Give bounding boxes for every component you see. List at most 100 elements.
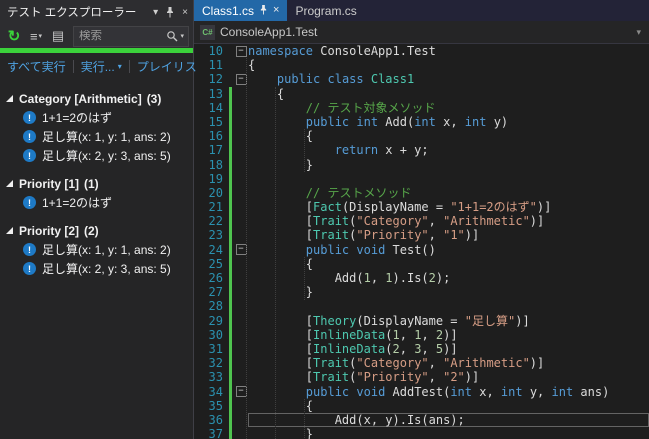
code-line[interactable]: 25 { (194, 256, 649, 272)
collapse-icon[interactable]: − (235, 244, 247, 256)
code-text[interactable]: [Trait("Category", "Arithmetic")] (248, 214, 649, 228)
code-line[interactable]: 14 // テスト対象メソッド (194, 100, 649, 116)
window-menu-icon[interactable]: ▾ (153, 7, 158, 18)
code-text[interactable]: // テスト対象メソッド (248, 101, 649, 115)
run-all-link[interactable]: すべて実行 (7, 58, 66, 75)
code-text[interactable]: { (248, 58, 649, 72)
search-dropdown-icon[interactable]: ▾ (180, 32, 184, 40)
expander-icon (6, 95, 13, 102)
code-text[interactable]: [Fact(DisplayName = "1+1=2のはず")] (248, 200, 649, 214)
test-group-header[interactable]: Category [Arithmetic] (3) (0, 89, 193, 108)
code-text[interactable]: [Trait("Category", "Arithmetic")] (248, 356, 649, 370)
search-input[interactable] (74, 30, 167, 42)
code-line[interactable]: 36 Add(x, y).Is(ans); (194, 412, 649, 428)
collapse-icon[interactable]: − (235, 73, 247, 85)
code-text[interactable]: [Theory(DisplayName = "足し算")] (248, 314, 649, 328)
code-text[interactable] (248, 299, 649, 313)
code-line[interactable]: 13 { (194, 86, 649, 101)
code-text[interactable]: [InlineData(2, 3, 5)] (248, 342, 649, 356)
code-line[interactable]: 23 [Trait("Priority", "1")] (194, 228, 649, 243)
code-text[interactable]: // テストメソッド (248, 186, 649, 200)
code-text[interactable]: return x + y; (248, 143, 649, 157)
code-text[interactable]: { (248, 87, 649, 101)
test-item-label: 足し算(x: 2, y: 3, ans: 5) (42, 149, 171, 163)
code-line[interactable]: 12− public class Class1 (194, 72, 649, 86)
code-text[interactable]: public void AddTest(int x, int y, int an… (248, 385, 649, 399)
code-editor[interactable]: 10− namespace ConsoleApp1.Test 11{12− publ… (194, 44, 649, 439)
tab-class1[interactable]: Class1.cs × (194, 0, 288, 21)
code-line[interactable]: 15 public int Add(int x, int y) (194, 114, 649, 130)
change-indicator (228, 185, 234, 201)
line-number: 24 (208, 242, 223, 257)
code-line[interactable]: 29 [Theory(DisplayName = "足し算")] (194, 313, 649, 328)
code-line[interactable]: 18 } (194, 157, 649, 172)
test-item[interactable]: ! 足し算(x: 1, y: 1, ans: 2) (0, 240, 193, 259)
test-item[interactable]: ! 1+1=2のはず (0, 193, 193, 212)
change-indicator (228, 341, 234, 357)
tab-program[interactable]: Program.cs (287, 0, 364, 21)
change-indicator (228, 356, 234, 371)
code-text[interactable]: namespace ConsoleApp1.Test (248, 44, 649, 58)
code-text[interactable]: Add(x, y).Is(ans); (248, 413, 649, 427)
close-icon[interactable]: × (182, 7, 188, 18)
test-group-header[interactable]: Priority [1] (1) (0, 174, 193, 193)
pin-icon[interactable] (165, 6, 175, 18)
code-line[interactable]: 24− public void Test() (194, 242, 649, 258)
tab-close-icon[interactable]: × (273, 5, 279, 16)
code-text[interactable]: public void Test() (248, 243, 649, 257)
code-text[interactable]: } (248, 427, 649, 439)
run-dropdown-icon[interactable]: ▾ (118, 62, 122, 71)
test-explorer-titlebar[interactable]: テスト エクスプローラー ▾ × (0, 0, 193, 24)
code-text[interactable]: { (248, 129, 649, 143)
code-text[interactable] (248, 172, 649, 186)
code-line[interactable]: 35 { (194, 398, 649, 414)
test-item[interactable]: ! 足し算(x: 2, y: 3, ans: 5) (0, 259, 193, 278)
test-item[interactable]: ! 足し算(x: 2, y: 3, ans: 5) (0, 146, 193, 165)
code-line[interactable]: 21 [Fact(DisplayName = "1+1=2のはず")] (194, 200, 649, 215)
code-text[interactable]: [Trait("Priority", "1")] (248, 228, 649, 242)
tab-label: Program.cs (295, 3, 357, 18)
collapse-icon[interactable]: − (235, 386, 247, 398)
code-text[interactable]: } (248, 285, 649, 299)
line-number: 18 (208, 157, 223, 172)
test-item[interactable]: ! 足し算(x: 1, y: 1, ans: 2) (0, 127, 193, 146)
run-link[interactable]: 実行... (81, 58, 115, 75)
code-line[interactable]: 33 [Trait("Priority", "2")] (194, 370, 649, 385)
playlist-link[interactable]: プレイリス (137, 58, 197, 75)
code-line[interactable]: 16 { (194, 129, 649, 144)
code-line[interactable]: 34− public void AddTest(int x, int y, in… (194, 384, 649, 399)
run-tests-icon[interactable]: ↻ (4, 26, 24, 46)
filter-icon[interactable]: ▤ (48, 26, 68, 46)
code-line[interactable]: 20 // テストメソッド (194, 185, 649, 201)
code-line[interactable]: 30 [InlineData(1, 1, 2)] (194, 327, 649, 343)
code-line[interactable]: 10− namespace ConsoleApp1.Test (194, 44, 649, 58)
test-group-header[interactable]: Priority [2] (2) (0, 221, 193, 240)
code-line[interactable]: 17 return x + y; (194, 143, 649, 158)
code-line[interactable]: 28 (194, 299, 649, 314)
line-number: 37 (208, 427, 223, 439)
test-item[interactable]: ! 1+1=2のはず (0, 108, 193, 127)
change-indicator (228, 100, 234, 116)
code-line[interactable]: 26 Add(1, 1).Is(2); (194, 271, 649, 286)
code-line[interactable]: 27 } (194, 285, 649, 300)
navigation-bar[interactable]: C# ConsoleApp1.Test ▾ (194, 21, 649, 44)
tab-pin-icon[interactable] (259, 4, 268, 18)
code-text[interactable]: { (248, 399, 649, 413)
code-text[interactable]: { (248, 257, 649, 271)
code-text[interactable]: } (248, 158, 649, 172)
code-text[interactable]: public int Add(int x, int y) (248, 115, 649, 129)
search-icon[interactable] (166, 30, 178, 42)
code-line[interactable]: 32 [Trait("Category", "Arithmetic")] (194, 356, 649, 371)
code-line[interactable]: 37 } (194, 427, 649, 439)
code-line[interactable]: 11 { (194, 58, 649, 72)
group-by-icon[interactable]: ≡ ▾ (26, 26, 46, 46)
code-text[interactable]: Add(1, 1).Is(2); (248, 271, 649, 285)
code-text[interactable]: [Trait("Priority", "2")] (248, 370, 649, 384)
breadcrumb-dropdown-icon[interactable]: ▾ (636, 27, 641, 38)
code-line[interactable]: 19 (194, 171, 649, 187)
collapse-icon[interactable]: − (235, 45, 247, 57)
code-text[interactable]: [InlineData(1, 1, 2)] (248, 328, 649, 342)
code-text[interactable]: public class Class1 (248, 72, 649, 86)
code-line[interactable]: 22 [Trait("Category", "Arithmetic")] (194, 214, 649, 229)
code-line[interactable]: 31 [InlineData(2, 3, 5)] (194, 341, 649, 357)
